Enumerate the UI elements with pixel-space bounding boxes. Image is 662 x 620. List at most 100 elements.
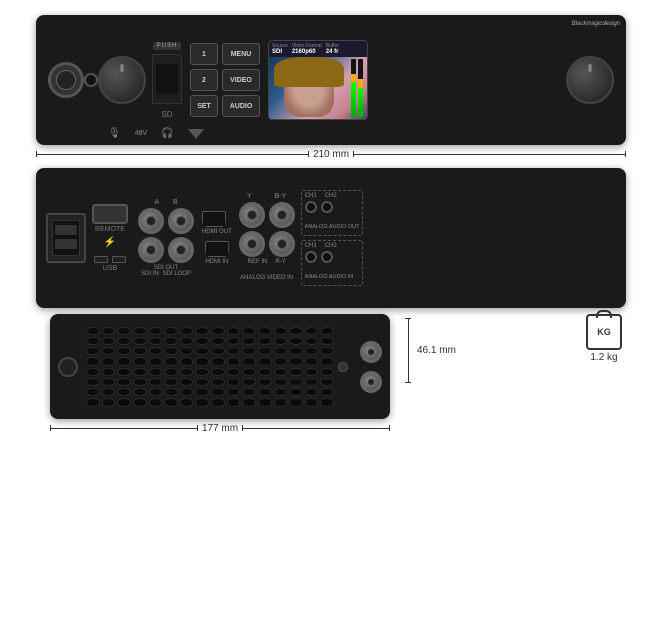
screen-preview bbox=[269, 57, 367, 120]
vu-bar-left bbox=[351, 59, 356, 117]
vent-hole bbox=[289, 368, 303, 376]
height-label: 46.1 mm bbox=[417, 345, 456, 356]
vent-hole bbox=[258, 357, 272, 365]
vent-hole bbox=[133, 337, 147, 345]
vent-hole bbox=[258, 347, 272, 355]
vent-hole bbox=[102, 368, 116, 376]
vent-hole bbox=[195, 388, 209, 396]
vent-hole bbox=[305, 337, 319, 345]
sdi-out-b bbox=[168, 208, 194, 234]
side-screw bbox=[338, 362, 348, 372]
vent-hole bbox=[242, 347, 256, 355]
vent-hole bbox=[149, 347, 163, 355]
r-y-bnc bbox=[269, 231, 295, 257]
side-panel bbox=[50, 314, 390, 419]
buttons-section: 1 MENU 2 VIDEO SET AUDIO bbox=[190, 43, 260, 117]
vent-hole bbox=[164, 327, 178, 335]
vent-hole bbox=[242, 398, 256, 406]
vent-hole bbox=[274, 378, 288, 386]
thunderbolt-icon: ⚡ bbox=[104, 237, 116, 248]
vent-hole bbox=[289, 347, 303, 355]
vent-hole bbox=[149, 368, 163, 376]
weight-icon: KG bbox=[586, 314, 622, 350]
vent-hole bbox=[289, 327, 303, 335]
vent-hole bbox=[195, 347, 209, 355]
vent-hole bbox=[102, 327, 116, 335]
vent-hole bbox=[211, 337, 225, 345]
push-sd-section: PUSH SD bbox=[152, 42, 182, 119]
vent-hole bbox=[258, 388, 272, 396]
analog-video-in-label: ANALOG VIDEO IN bbox=[240, 275, 293, 281]
xlr-connector bbox=[48, 62, 84, 98]
xlr-inner bbox=[56, 70, 76, 90]
vent-hole bbox=[86, 357, 100, 365]
right-knob[interactable] bbox=[566, 56, 614, 104]
vent-hole bbox=[289, 398, 303, 406]
side-bnc-connectors bbox=[360, 341, 382, 393]
vent-hole bbox=[211, 347, 225, 355]
vent-hole bbox=[289, 388, 303, 396]
side-section: 177 mm 46.1 mm KG 1.2 kg bbox=[30, 314, 632, 438]
brand-logo: Blackmagicdesign bbox=[572, 21, 620, 27]
hdmi-in-label: HDMI IN bbox=[205, 259, 229, 265]
btn-set[interactable]: SET bbox=[190, 95, 218, 117]
remote-label: REMOTE bbox=[95, 226, 125, 233]
mic-icon: 🎙 bbox=[108, 128, 121, 139]
vent-hole bbox=[195, 357, 209, 365]
weight-label: 1.2 kg bbox=[590, 352, 617, 363]
power-prong-2 bbox=[55, 239, 77, 249]
width-measurement: 210 mm bbox=[36, 149, 626, 160]
depth-label: 177 mm bbox=[202, 423, 238, 434]
vent-hole bbox=[227, 347, 241, 355]
btn-audio[interactable]: AUDIO bbox=[222, 95, 260, 117]
buffer-value: 24 fr bbox=[326, 49, 339, 55]
vent-hole bbox=[274, 357, 288, 365]
vent-hole bbox=[227, 398, 241, 406]
source-value: SDI bbox=[272, 49, 288, 55]
vent-hole bbox=[227, 337, 241, 345]
vent-hole bbox=[211, 327, 225, 335]
vent-hole bbox=[274, 337, 288, 345]
vent-hole bbox=[195, 337, 209, 345]
vent-hole bbox=[164, 388, 178, 396]
sdi-in bbox=[138, 237, 164, 263]
vent-hole bbox=[180, 378, 194, 386]
vent-hole bbox=[180, 388, 194, 396]
vent-hole bbox=[164, 378, 178, 386]
analog-vid-bnc-1 bbox=[239, 231, 265, 257]
audio-in-jack-2 bbox=[321, 251, 333, 263]
vent-hole bbox=[305, 388, 319, 396]
meas-line-right bbox=[353, 154, 626, 155]
vent-hole bbox=[320, 378, 334, 386]
btn-menu[interactable]: MENU bbox=[222, 43, 260, 65]
vent-hole bbox=[211, 388, 225, 396]
vent-hole bbox=[117, 378, 131, 386]
main-knob[interactable] bbox=[98, 56, 146, 104]
analog-audio-section: CH1 CH2 ANALOG AUDIO OUT CH1 CH2 bbox=[301, 190, 364, 286]
vent-hole bbox=[102, 398, 116, 406]
btn-2[interactable]: 2 bbox=[190, 69, 218, 91]
vent-hole bbox=[117, 337, 131, 345]
vent-hole bbox=[289, 378, 303, 386]
vent-hole bbox=[258, 368, 272, 376]
btn-video[interactable]: VIDEO bbox=[222, 69, 260, 91]
hdmi-section: HDMI OUT HDMI IN bbox=[202, 211, 232, 265]
vent-hole bbox=[86, 327, 100, 335]
r-y-label: R-Y bbox=[275, 259, 285, 265]
analog-audio-out-label: ANALOG AUDIO OUT bbox=[305, 224, 360, 230]
col-b-label: B bbox=[173, 199, 178, 206]
rear-panel: REMOTE ⚡ USB A B bbox=[36, 168, 626, 308]
vent-hole bbox=[180, 398, 194, 406]
audio-in-ch2-label: CH2 bbox=[325, 243, 337, 249]
sdi-out-section: A B SDI OUT SDI IN SDI LOOP bbox=[138, 199, 194, 277]
vent-hole bbox=[227, 327, 241, 335]
weight-section: KG 1.2 kg bbox=[586, 314, 622, 363]
vu-bar-right bbox=[358, 59, 363, 117]
btn-1[interactable]: 1 bbox=[190, 43, 218, 65]
vent-hole bbox=[149, 327, 163, 335]
vent-hole bbox=[258, 327, 272, 335]
vent-hole bbox=[149, 398, 163, 406]
vent-hole bbox=[149, 388, 163, 396]
analog-audio-in-box: CH1 CH2 ANALOG AUDIO IN bbox=[301, 240, 364, 286]
sdi-loop bbox=[168, 237, 194, 263]
